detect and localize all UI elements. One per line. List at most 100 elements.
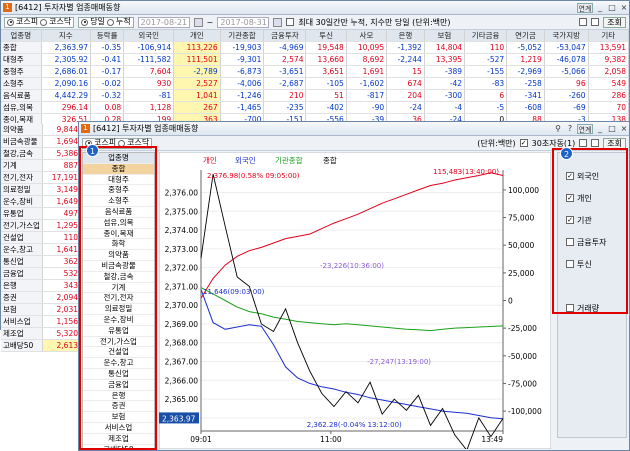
- series-toggle[interactable]: ✓ 외국인: [566, 165, 626, 187]
- chart-view-icon[interactable]: [591, 18, 600, 26]
- sector-list-item[interactable]: 제조업: [83, 434, 154, 445]
- table-row[interactable]: 기계 887: [1, 159, 82, 172]
- table-row[interactable]: 보험 2,031: [1, 303, 82, 316]
- pin-icon[interactable]: ⚲: [553, 124, 563, 134]
- column-header[interactable]: 기관종합: [220, 30, 265, 42]
- sector-list-item[interactable]: 고배당50: [83, 445, 154, 448]
- radio-today[interactable]: 당일: [81, 17, 105, 27]
- checkbox-icon[interactable]: [566, 304, 574, 312]
- table-row[interactable]: 통신업 362: [1, 255, 82, 268]
- column-header[interactable]: 국가지방: [544, 30, 589, 42]
- grid-view-icon[interactable]: [579, 139, 588, 147]
- checkbox-icon[interactable]: ✓: [566, 172, 574, 180]
- sector-list-item[interactable]: 서비스업: [83, 423, 154, 434]
- radio-kospi[interactable]: 코스피: [7, 17, 38, 27]
- column-header[interactable]: 등락률: [90, 30, 125, 42]
- lookup-button[interactable]: 조회: [603, 16, 626, 28]
- series-toggle[interactable]: 거래량: [566, 297, 626, 319]
- column-header[interactable]: 지수: [41, 30, 92, 42]
- table-row[interactable]: 증권 2,094: [1, 291, 82, 304]
- column-header[interactable]: 보험: [424, 30, 466, 42]
- column-header[interactable]: 은행: [386, 30, 425, 42]
- lookup-button[interactable]: 조회: [603, 137, 626, 149]
- column-header[interactable]: 기타: [588, 30, 630, 42]
- sector-list-item[interactable]: 은행: [83, 391, 154, 402]
- sector-list-item[interactable]: 전기,가스업: [83, 337, 154, 348]
- minimize-button[interactable]: _: [595, 124, 605, 134]
- sector-list-item[interactable]: 철강,금속: [83, 272, 154, 283]
- column-header[interactable]: 외국인: [123, 30, 175, 42]
- close-button[interactable]: ×: [619, 3, 629, 13]
- table-row[interactable]: 종합 2,363.97 -0.35 -106,914 113,226 -19,903 -4,…: [1, 41, 630, 54]
- maximize-button[interactable]: □: [607, 3, 617, 13]
- table-row[interactable]: 소형주 2,090.16 -0.02 930 2,527 -4,006 -2,687 -105…: [1, 77, 630, 90]
- radio-kosdaq[interactable]: 코스닥: [118, 138, 149, 148]
- sector-list-item[interactable]: 화학: [83, 239, 154, 251]
- sector-list-item[interactable]: 의약품: [83, 250, 154, 261]
- link-button[interactable]: 연계: [577, 2, 593, 13]
- date-from-input[interactable]: 2017-08-21: [137, 16, 190, 28]
- sector-list-item[interactable]: 대형주: [83, 175, 154, 186]
- note-checkbox[interactable]: [286, 18, 295, 26]
- table-row[interactable]: 운수,장비 1,649: [1, 195, 82, 208]
- sector-list-item[interactable]: 의료정밀: [83, 304, 154, 315]
- checkbox-icon[interactable]: [566, 260, 574, 268]
- table-row[interactable]: 건설업 110: [1, 231, 82, 244]
- series-toggle[interactable]: ✓ 기관: [566, 209, 626, 231]
- column-header[interactable]: 투신: [305, 30, 347, 42]
- sector-list-item[interactable]: 운수,장비: [83, 315, 154, 326]
- table-row[interactable]: 의료정밀 3,149: [1, 183, 82, 196]
- sector-list-item[interactable]: 소형주: [83, 196, 154, 207]
- table-row[interactable]: 중형주 2,686.01 -0.17 7,604 -2,789 -6,873 -3,651 3…: [1, 65, 630, 78]
- interval-checkbox[interactable]: ✓: [519, 139, 528, 147]
- help-icon[interactable]: ?: [565, 124, 575, 134]
- sector-list-item[interactable]: 증권: [83, 401, 154, 413]
- sector-list-item[interactable]: 음식료품: [83, 207, 154, 218]
- sector-list-item[interactable]: 운수,창고: [83, 358, 154, 369]
- table-row[interactable]: 대형주 2,305.92 -0.41 -111,582 111,501 -9,301 2,5…: [1, 53, 630, 66]
- table-row[interactable]: 음식료품 4,442.29 -0.32 -81 1,041 -1,246 210 51 -817…: [1, 89, 630, 102]
- checkbox-icon[interactable]: [566, 238, 574, 246]
- radio-cumulative[interactable]: 누적: [106, 17, 131, 27]
- series-toggle[interactable]: ✓ 개인: [566, 187, 626, 209]
- sector-list-item[interactable]: 중형주: [83, 185, 154, 197]
- table-row[interactable]: 철강,금속 5,386: [1, 147, 82, 160]
- sector-list-item[interactable]: 종이,목재: [83, 229, 154, 240]
- table-row[interactable]: 전기,가스업 1,295: [1, 219, 82, 232]
- sector-list-item[interactable]: 전기,전자: [83, 293, 154, 305]
- column-header[interactable]: 사모: [346, 30, 388, 42]
- chart-view-icon[interactable]: [591, 139, 600, 147]
- series-toggle[interactable]: 금융투자: [566, 231, 626, 253]
- close-button[interactable]: ×: [619, 124, 629, 134]
- column-header[interactable]: 금융투자: [263, 30, 307, 42]
- table-row[interactable]: 섬유,의복 296.14 0.08 1,128 267 -1,465 -235 -402 -90…: [1, 101, 630, 114]
- table-row[interactable]: 비금속광물 1,694: [1, 135, 82, 148]
- column-header[interactable]: 기타금융: [464, 30, 508, 42]
- table-row[interactable]: 은행 343: [1, 279, 82, 292]
- calendar-icon[interactable]: [273, 17, 283, 27]
- checkbox-icon[interactable]: ✓: [566, 216, 574, 224]
- table-row[interactable]: 유통업 497: [1, 207, 82, 220]
- calendar-icon[interactable]: [193, 17, 203, 27]
- sector-list-item[interactable]: 종합: [83, 163, 154, 175]
- table-row[interactable]: 고배당50 2,613: [1, 339, 82, 352]
- sector-list-item[interactable]: 섬유,의복: [83, 218, 154, 229]
- minimize-button[interactable]: _: [595, 3, 605, 13]
- table-row[interactable]: 제조업 5,320: [1, 327, 82, 340]
- table-row[interactable]: 운수,창고 1,641: [1, 243, 82, 256]
- sector-list-item[interactable]: 유통업: [83, 326, 154, 337]
- front-titlebar[interactable]: 1 [6412] 투자자별 업종매매동향 ⚲ ? 연계 _ □ ×: [79, 122, 629, 136]
- sector-list-item[interactable]: 건설업: [83, 347, 154, 359]
- sector-list-item[interactable]: 통신업: [83, 369, 154, 380]
- grid-view-icon[interactable]: [579, 18, 588, 26]
- column-header[interactable]: 업종명: [1, 30, 42, 42]
- table-row[interactable]: 전기,전자 17,191: [1, 171, 82, 184]
- date-to-input[interactable]: 2017-08-31: [217, 16, 270, 28]
- column-header[interactable]: 연기금: [506, 30, 545, 42]
- link-button[interactable]: 연계: [577, 123, 593, 134]
- sector-list-item[interactable]: 금융업: [83, 380, 154, 391]
- series-toggle[interactable]: 투신: [566, 253, 626, 275]
- table-row[interactable]: 금융업 532: [1, 267, 82, 280]
- sector-list-item[interactable]: 기계: [83, 283, 154, 294]
- maximize-button[interactable]: □: [607, 124, 617, 134]
